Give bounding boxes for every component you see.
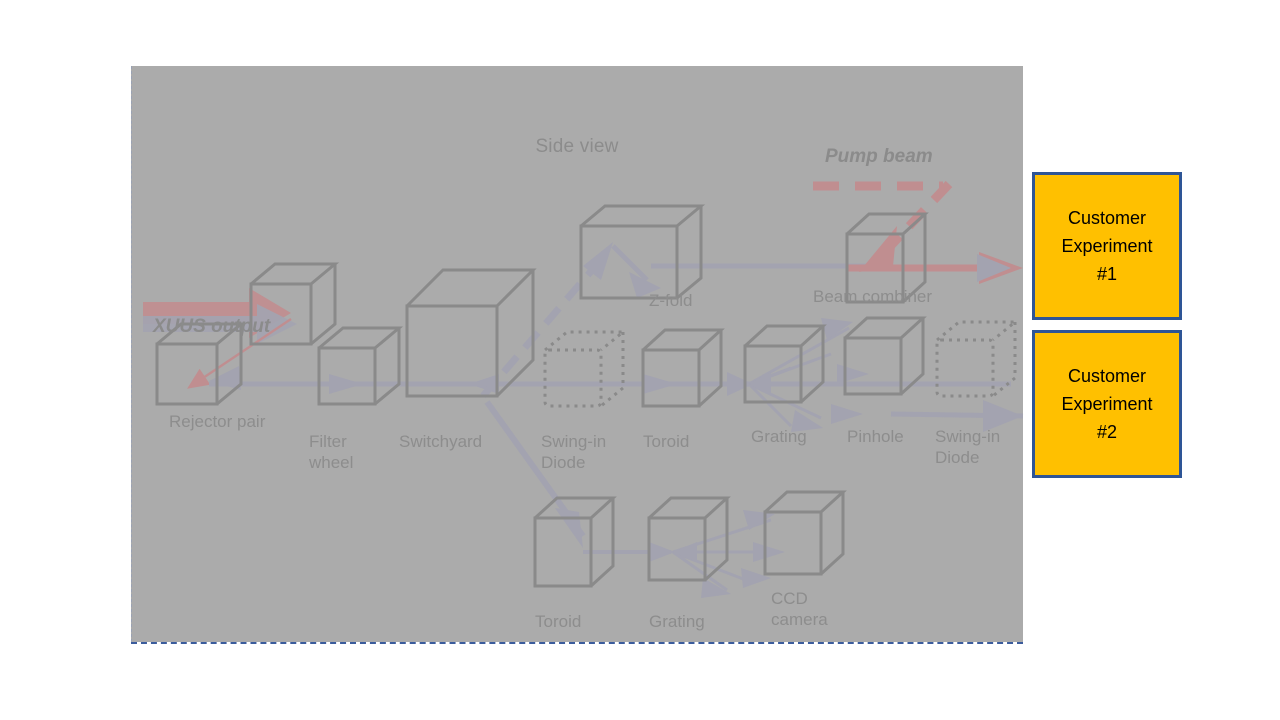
swing-in-diode-1-cube[interactable] bbox=[543, 330, 628, 408]
ccd-in-arrowhead bbox=[753, 542, 785, 562]
side-view-panel: Side view XUUS output Pump beam Rejector… bbox=[131, 66, 1024, 642]
ccd-camera-cube[interactable] bbox=[763, 490, 847, 576]
diagram-canvas: Side view XUUS output Pump beam Rejector… bbox=[0, 0, 1280, 720]
customer-experiment-1-box[interactable]: Customer Experiment #1 bbox=[1032, 172, 1182, 320]
filter-wheel-arrowhead bbox=[329, 374, 363, 394]
toroid-mid-cube[interactable] bbox=[641, 328, 725, 408]
pinhole-arrowhead-b bbox=[831, 404, 863, 424]
xuus-output-label: XUUS output bbox=[153, 316, 271, 337]
bottom-toroid-in-arrowhead bbox=[555, 508, 583, 548]
panel-bottom-dashed-border bbox=[131, 642, 1023, 644]
switchyard-cube[interactable] bbox=[405, 268, 537, 398]
pump-beam-path bbox=[813, 180, 953, 272]
customer-experiment-2-box[interactable]: Customer Experiment #2 bbox=[1032, 330, 1182, 478]
pinhole-arrowhead-a bbox=[837, 364, 869, 384]
pump-beam-label: Pump beam bbox=[825, 146, 933, 167]
beam-paths bbox=[143, 180, 1024, 598]
exit-arrowhead-experiment-2 bbox=[983, 400, 1023, 432]
toroid-mid-arrowhead bbox=[643, 374, 677, 394]
